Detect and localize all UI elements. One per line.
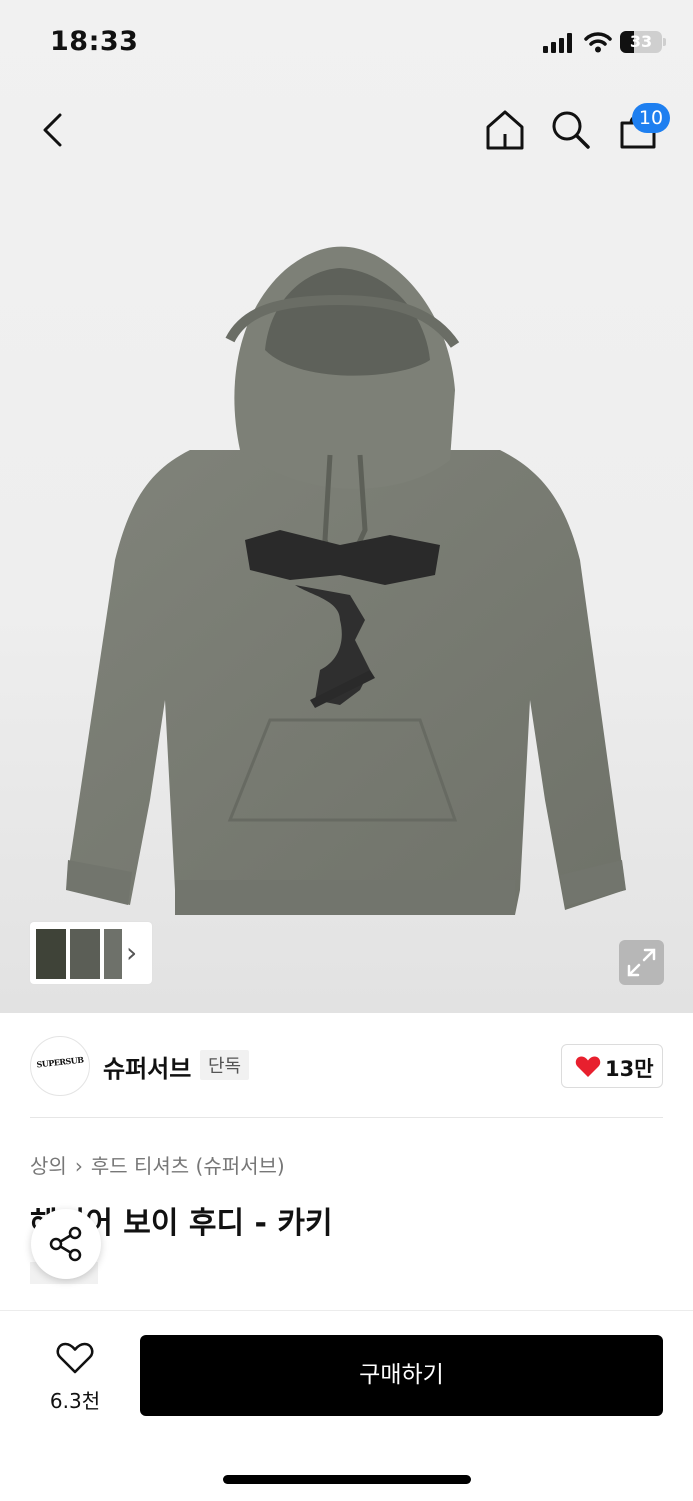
search-icon[interactable] xyxy=(551,109,591,151)
status-time: 18:33 xyxy=(50,26,139,57)
thumbnail-image[interactable] xyxy=(36,929,66,979)
brand-logo[interactable]: SUPERSUB xyxy=(30,1036,90,1096)
bottom-bar: 6.3천 구매하기 xyxy=(0,1310,693,1501)
home-icon[interactable] xyxy=(484,109,526,151)
expand-icon xyxy=(627,948,656,977)
breadcrumb: 상의 › 후드 티셔츠 (슈퍼서브) xyxy=(30,1150,285,1179)
breadcrumb-item[interactable]: 후드 티셔츠 (슈퍼서브) xyxy=(91,1154,285,1178)
battery-tip xyxy=(663,38,666,46)
expand-button[interactable] xyxy=(619,940,664,985)
status-bar: 18:33 33 xyxy=(0,0,693,86)
thumbnail-image[interactable] xyxy=(70,929,100,979)
brand-like-count: 13만 xyxy=(605,1057,654,1081)
wishlist-button[interactable]: 6.3천 xyxy=(40,1339,110,1413)
product-image[interactable] xyxy=(40,200,640,960)
breadcrumb-item[interactable]: 상의 xyxy=(30,1154,67,1178)
breadcrumb-separator: › xyxy=(74,1154,83,1178)
heart-filled-icon xyxy=(575,1056,601,1077)
wifi-icon xyxy=(584,32,612,53)
battery-level: 33 xyxy=(629,32,653,51)
thumbnail-strip[interactable]: › xyxy=(30,922,152,984)
battery-icon: 33 xyxy=(620,31,662,53)
buy-button[interactable]: 구매하기 xyxy=(140,1335,663,1416)
exclusive-badge: 단독 xyxy=(200,1050,250,1080)
wishlist-count: 6.3천 xyxy=(49,1389,101,1413)
brand-like-button[interactable]: 13만 xyxy=(561,1044,663,1088)
divider xyxy=(30,1117,663,1118)
share-button[interactable] xyxy=(31,1209,101,1279)
thumbnail-image[interactable] xyxy=(104,929,122,979)
home-indicator[interactable] xyxy=(223,1475,471,1484)
chevron-right-icon[interactable]: › xyxy=(126,936,137,969)
back-icon[interactable] xyxy=(38,112,68,148)
cart-count-badge: 10 xyxy=(632,103,670,133)
heart-outline-icon xyxy=(56,1342,94,1374)
brand-logo-text: SUPERSUB xyxy=(36,1054,84,1070)
brand-row[interactable]: SUPERSUB 슈퍼서브 단독 13만 xyxy=(30,1036,663,1096)
share-icon xyxy=(49,1226,82,1262)
signal-icon xyxy=(543,33,573,53)
brand-name[interactable]: 슈퍼서브 xyxy=(103,1049,191,1084)
